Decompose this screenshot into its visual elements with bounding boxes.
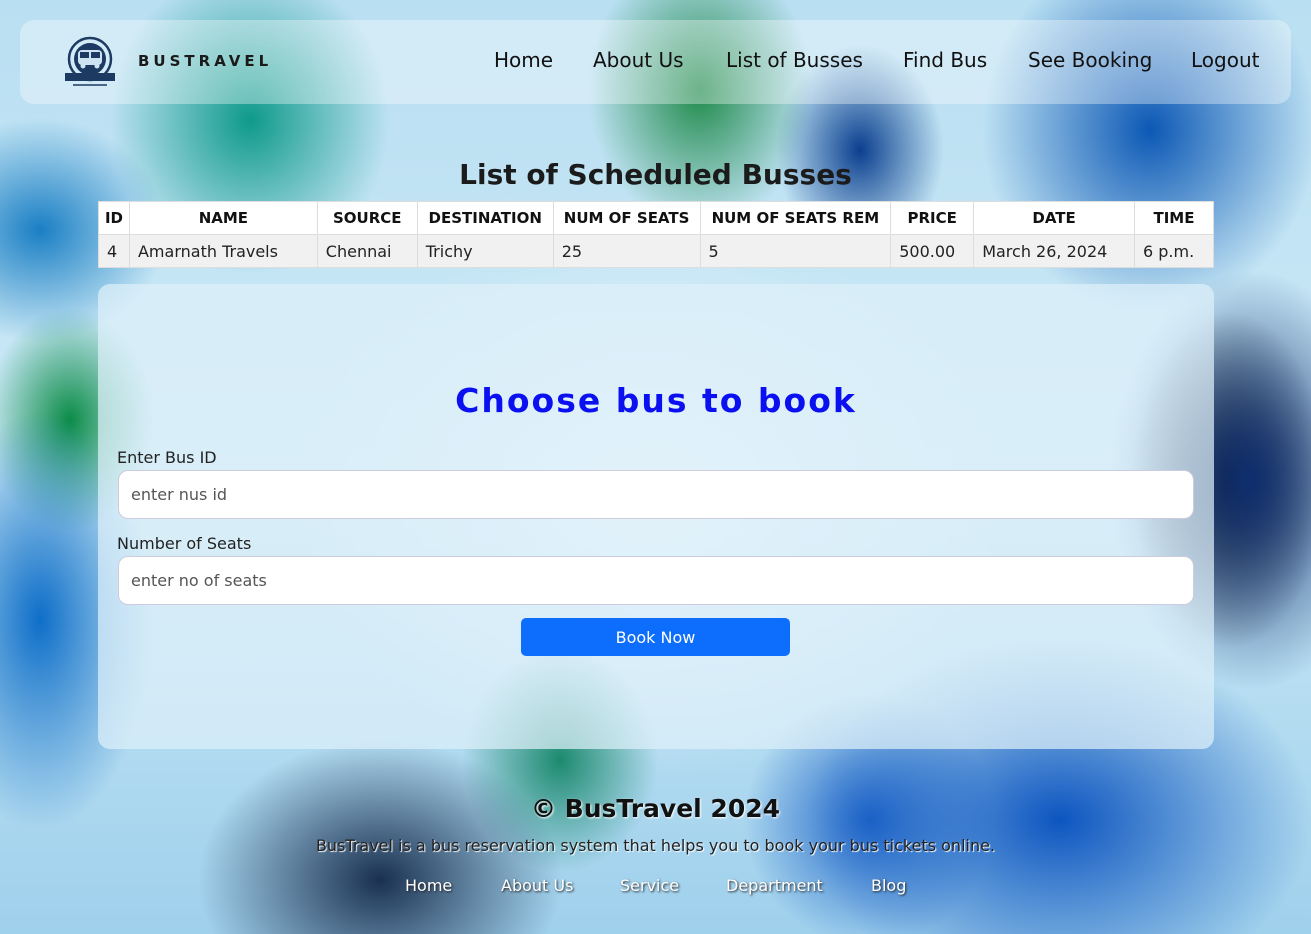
nav-link-home[interactable]: Home [494,48,553,72]
column-header-num-of-seats: NUM OF SEATS [552,201,701,235]
cell-time: 6 p.m. [1133,234,1215,268]
cell-source: Chennai [316,234,418,268]
column-header-num-of-seats-rem: NUM OF SEATS REM [699,201,892,235]
column-header-price: PRICE [890,201,975,235]
nav-link-list-of-busses[interactable]: List of Busses [726,48,863,72]
column-header-destination: DESTINATION [416,201,554,235]
bus-id-label: Enter Bus ID [117,448,217,467]
nav-link-find-bus[interactable]: Find Bus [903,48,987,72]
page-title: List of Scheduled Busses [459,158,852,191]
footer-link-about-us[interactable]: About Us [501,876,573,895]
cell-destination: Trichy [416,234,554,268]
book-now-button[interactable]: Book Now [521,618,790,656]
nav-link-see-booking[interactable]: See Booking [1028,48,1152,72]
column-header-date: DATE [973,201,1135,235]
nav-link-logout[interactable]: Logout [1191,48,1259,72]
table-header-row: ID NAME SOURCE DESTINATION NUM OF SEATS … [98,201,1215,235]
footer-link-service[interactable]: Service [620,876,679,895]
cell-date: March 26, 2024 [973,234,1135,268]
seats-input[interactable] [118,556,1194,605]
booking-form-title: Choose bus to book [455,381,857,420]
booking-form: Choose bus to book Enter Bus ID Number o… [98,284,1214,749]
navbar: BUSTRAVEL Home About Us List of Busses F… [20,20,1291,104]
footer-link-department[interactable]: Department [726,876,823,895]
column-header-time: TIME [1133,201,1215,235]
column-header-id: ID [98,201,130,235]
footer-copyright: © BusTravel 2024 [530,794,781,823]
footer-links: Home About Us Service Department Blog [0,876,1311,898]
column-header-name: NAME [128,201,318,235]
cell-num-of-seats-rem: 5 [699,234,892,268]
seats-label: Number of Seats [117,534,252,553]
footer-description: BusTravel is a bus reservation system th… [315,836,996,855]
footer-link-blog[interactable]: Blog [871,876,906,895]
column-header-source: SOURCE [316,201,418,235]
cell-id: 4 [98,234,130,268]
footer-link-home[interactable]: Home [405,876,452,895]
cell-num-of-seats: 25 [552,234,701,268]
cell-name: Amarnath Travels [128,234,318,268]
nav-link-about-us[interactable]: About Us [593,48,684,72]
nav-links: Home About Us List of Busses Find Bus Se… [20,48,1291,78]
table-row: 4 Amarnath Travels Chennai Trichy 25 5 5… [98,234,1215,268]
busses-table: ID NAME SOURCE DESTINATION NUM OF SEATS … [98,201,1215,268]
bus-id-input[interactable] [118,470,1194,519]
cell-price: 500.00 [890,234,975,268]
